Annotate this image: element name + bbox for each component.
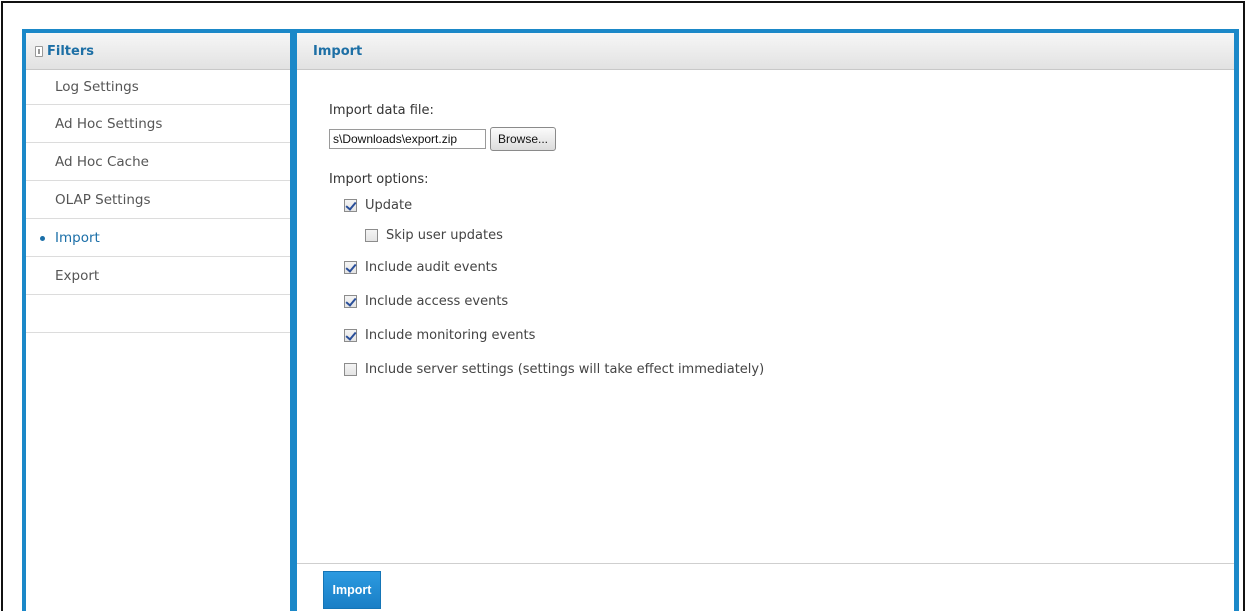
main-header: Import xyxy=(297,33,1234,70)
sidebar: Filters Log Settings Ad Hoc Settings Ad … xyxy=(26,33,290,611)
option-label: Include server settings (settings will t… xyxy=(365,361,765,377)
import-button[interactable]: Import xyxy=(323,571,381,609)
sidebar-item-import[interactable]: Import xyxy=(26,219,290,257)
main-panel: Import Import data file: s\Downloads\exp… xyxy=(297,33,1234,611)
option-label: Include access events xyxy=(365,293,509,309)
audit-events-checkbox[interactable] xyxy=(344,260,357,274)
browse-button[interactable]: Browse... xyxy=(490,127,557,151)
monitoring-events-checkbox[interactable] xyxy=(344,328,357,342)
option-include-server-settings[interactable]: Include server settings (settings will t… xyxy=(329,352,764,386)
option-include-monitoring-events[interactable]: Include monitoring events xyxy=(329,318,764,352)
skip-user-updates-checkbox[interactable] xyxy=(365,228,378,242)
sidebar-item-label: Ad Hoc Cache xyxy=(55,153,149,170)
active-bullet-icon xyxy=(40,236,45,241)
sidebar-item-label: Export xyxy=(55,267,100,284)
import-form: Import data file: s\Downloads\export.zip… xyxy=(329,103,764,386)
sidebar-nav: Log Settings Ad Hoc Settings Ad Hoc Cach… xyxy=(26,70,290,333)
sidebar-header: Filters xyxy=(26,33,290,70)
option-label: Update xyxy=(365,197,413,213)
page-title: Import xyxy=(313,43,363,59)
sidebar-item-ad-hoc-settings[interactable]: Ad Hoc Settings xyxy=(26,105,290,143)
option-include-audit-events[interactable]: Include audit events xyxy=(329,250,764,284)
sidebar-item-ad-hoc-cache[interactable]: Ad Hoc Cache xyxy=(26,143,290,181)
sidebar-item-export[interactable]: Export xyxy=(26,257,290,295)
update-checkbox[interactable] xyxy=(344,198,357,212)
option-label: Include monitoring events xyxy=(365,327,536,343)
option-label: Skip user updates xyxy=(386,227,503,243)
sidebar-item-label: Import xyxy=(55,229,100,246)
server-settings-checkbox[interactable] xyxy=(344,362,357,376)
file-path-input[interactable]: s\Downloads\export.zip xyxy=(329,129,486,149)
sidebar-item-label: Log Settings xyxy=(55,79,139,95)
file-label: Import data file: xyxy=(329,103,434,118)
sidebar-item-log-settings[interactable]: Log Settings xyxy=(26,70,290,105)
form-footer: Import xyxy=(297,563,1234,611)
option-include-access-events[interactable]: Include access events xyxy=(329,284,764,318)
sidebar-item-olap-settings[interactable]: OLAP Settings xyxy=(26,181,290,219)
access-events-checkbox[interactable] xyxy=(344,294,357,308)
file-row: s\Downloads\export.zip Browse... xyxy=(329,127,764,151)
option-label: Include audit events xyxy=(365,259,498,275)
option-update[interactable]: Update xyxy=(329,190,764,220)
collapse-icon[interactable] xyxy=(35,45,43,57)
sidebar-title: Filters xyxy=(47,43,94,59)
option-skip-user-updates[interactable]: Skip user updates xyxy=(329,220,764,250)
sidebar-item-label: Ad Hoc Settings xyxy=(55,115,163,132)
sidebar-item-empty xyxy=(26,295,290,333)
options-label: Import options: xyxy=(329,172,429,187)
sidebar-item-label: OLAP Settings xyxy=(55,191,151,208)
